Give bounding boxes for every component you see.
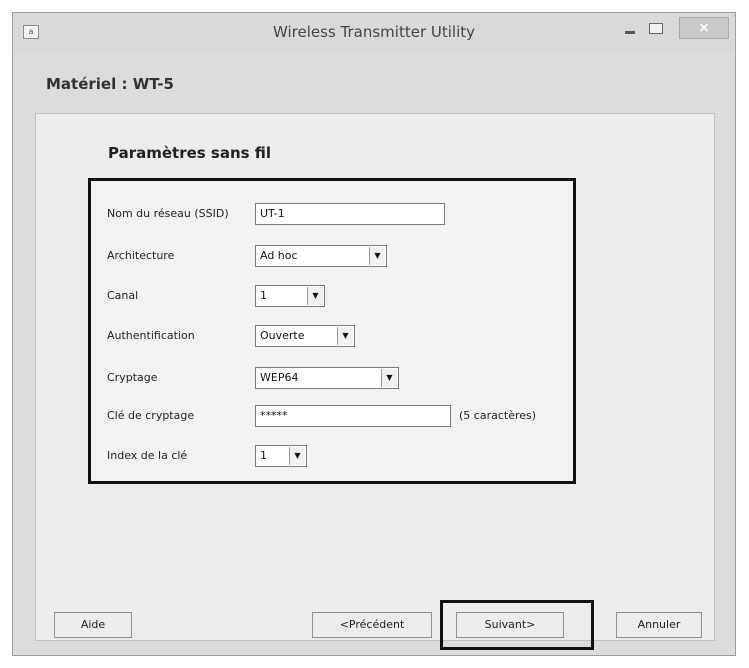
section-title: Paramètres sans fil — [108, 144, 272, 162]
chevron-down-icon[interactable]: ▼ — [337, 327, 353, 345]
key-index-value: 1 — [260, 449, 267, 462]
next-button[interactable]: Suivant> — [456, 612, 564, 638]
architecture-value: Ad hoc — [260, 249, 298, 262]
help-button[interactable]: Aide — [54, 612, 132, 638]
maximize-button[interactable] — [649, 23, 663, 34]
chevron-down-icon[interactable]: ▼ — [289, 447, 305, 465]
chevron-down-icon[interactable]: ▼ — [381, 369, 397, 387]
authentication-value: Ouverte — [260, 329, 305, 342]
cancel-button[interactable]: Annuler — [616, 612, 702, 638]
encryption-label: Cryptage — [107, 371, 158, 384]
key-hint: (5 caractères) — [459, 409, 537, 422]
settings-panel: Paramètres sans fil Nom du réseau (SSID)… — [35, 113, 715, 650]
key-label: Clé de cryptage — [107, 409, 195, 422]
key-input[interactable]: ***** — [255, 405, 451, 427]
channel-label: Canal — [107, 289, 139, 302]
ssid-input[interactable]: UT-1 — [255, 203, 445, 225]
ssid-label: Nom du réseau (SSID) — [107, 207, 229, 220]
title-bar[interactable]: a Wireless Transmitter Utility × — [13, 13, 735, 53]
chevron-down-icon[interactable]: ▼ — [307, 287, 323, 305]
key-index-label: Index de la clé — [107, 449, 188, 462]
hardware-label: Matériel : WT-5 — [46, 75, 174, 93]
channel-select[interactable]: 1 ▼ — [255, 285, 325, 307]
close-button[interactable]: × — [679, 17, 729, 39]
authentication-select[interactable]: Ouverte ▼ — [255, 325, 355, 347]
authentication-label: Authentification — [107, 329, 195, 342]
encryption-select[interactable]: WEP64 ▼ — [255, 367, 399, 389]
architecture-label: Architecture — [107, 249, 175, 262]
architecture-select[interactable]: Ad hoc ▼ — [255, 245, 387, 267]
close-icon: × — [698, 20, 710, 36]
chevron-down-icon[interactable]: ▼ — [369, 247, 385, 265]
app-window: a Wireless Transmitter Utility × Matérie… — [12, 12, 736, 656]
channel-value: 1 — [260, 289, 267, 302]
previous-button[interactable]: <Précédent — [312, 612, 432, 638]
minimize-button[interactable] — [625, 31, 635, 34]
encryption-value: WEP64 — [260, 371, 299, 384]
wireless-settings-box: Nom du réseau (SSID) UT-1 Architecture A… — [88, 178, 576, 484]
key-index-select[interactable]: 1 ▼ — [255, 445, 307, 467]
